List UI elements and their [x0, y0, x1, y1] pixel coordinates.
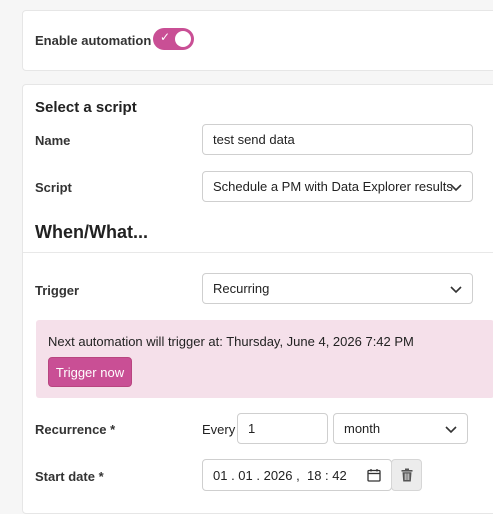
- name-input-value: test send data: [213, 132, 295, 147]
- trigger-now-button[interactable]: Trigger now: [48, 357, 132, 387]
- start-date-input[interactable]: 01 . 01 . 2026 , 18 : 42: [202, 459, 392, 491]
- start-date-value: 01 . 01 . 2026 , 18 : 42: [213, 467, 347, 483]
- recurrence-label: Recurrence *: [35, 422, 116, 437]
- recurrence-unit-select[interactable]: month: [333, 413, 468, 444]
- section-divider: [23, 252, 493, 253]
- next-trigger-text: Next automation will trigger at: Thursda…: [48, 334, 414, 349]
- start-date-label: Start date *: [35, 469, 104, 484]
- script-select[interactable]: Schedule a PM with Data Explorer results: [202, 171, 473, 202]
- recurrence-input[interactable]: 1: [237, 413, 328, 444]
- chevron-down-icon: [450, 286, 462, 294]
- trash-icon: [401, 468, 412, 482]
- enable-automation-label: Enable automation: [35, 33, 152, 48]
- enable-automation-toggle[interactable]: ✓: [153, 28, 194, 50]
- trigger-select-value: Recurring: [213, 281, 270, 296]
- when-what-heading: When/What...: [35, 222, 148, 242]
- trigger-select[interactable]: Recurring: [202, 273, 473, 304]
- next-trigger-banner: Next automation will trigger at: Thursda…: [36, 320, 493, 398]
- calendar-icon[interactable]: [367, 468, 381, 482]
- script-select-value: Schedule a PM with Data Explorer results: [213, 179, 453, 194]
- recurrence-unit-value: month: [344, 421, 381, 436]
- recurrence-input-value: 1: [248, 421, 256, 436]
- select-script-heading: Select a script: [35, 99, 137, 116]
- every-label: Every: [202, 422, 236, 437]
- check-icon: ✓: [160, 30, 171, 44]
- chevron-down-icon: [450, 184, 462, 192]
- name-label: Name: [35, 133, 71, 148]
- toggle-knob: [175, 31, 191, 47]
- chevron-down-icon: [445, 426, 457, 434]
- name-input[interactable]: test send data: [202, 124, 473, 155]
- delete-date-button[interactable]: [391, 459, 422, 491]
- trigger-label: Trigger: [35, 283, 80, 298]
- script-label: Script: [35, 180, 72, 195]
